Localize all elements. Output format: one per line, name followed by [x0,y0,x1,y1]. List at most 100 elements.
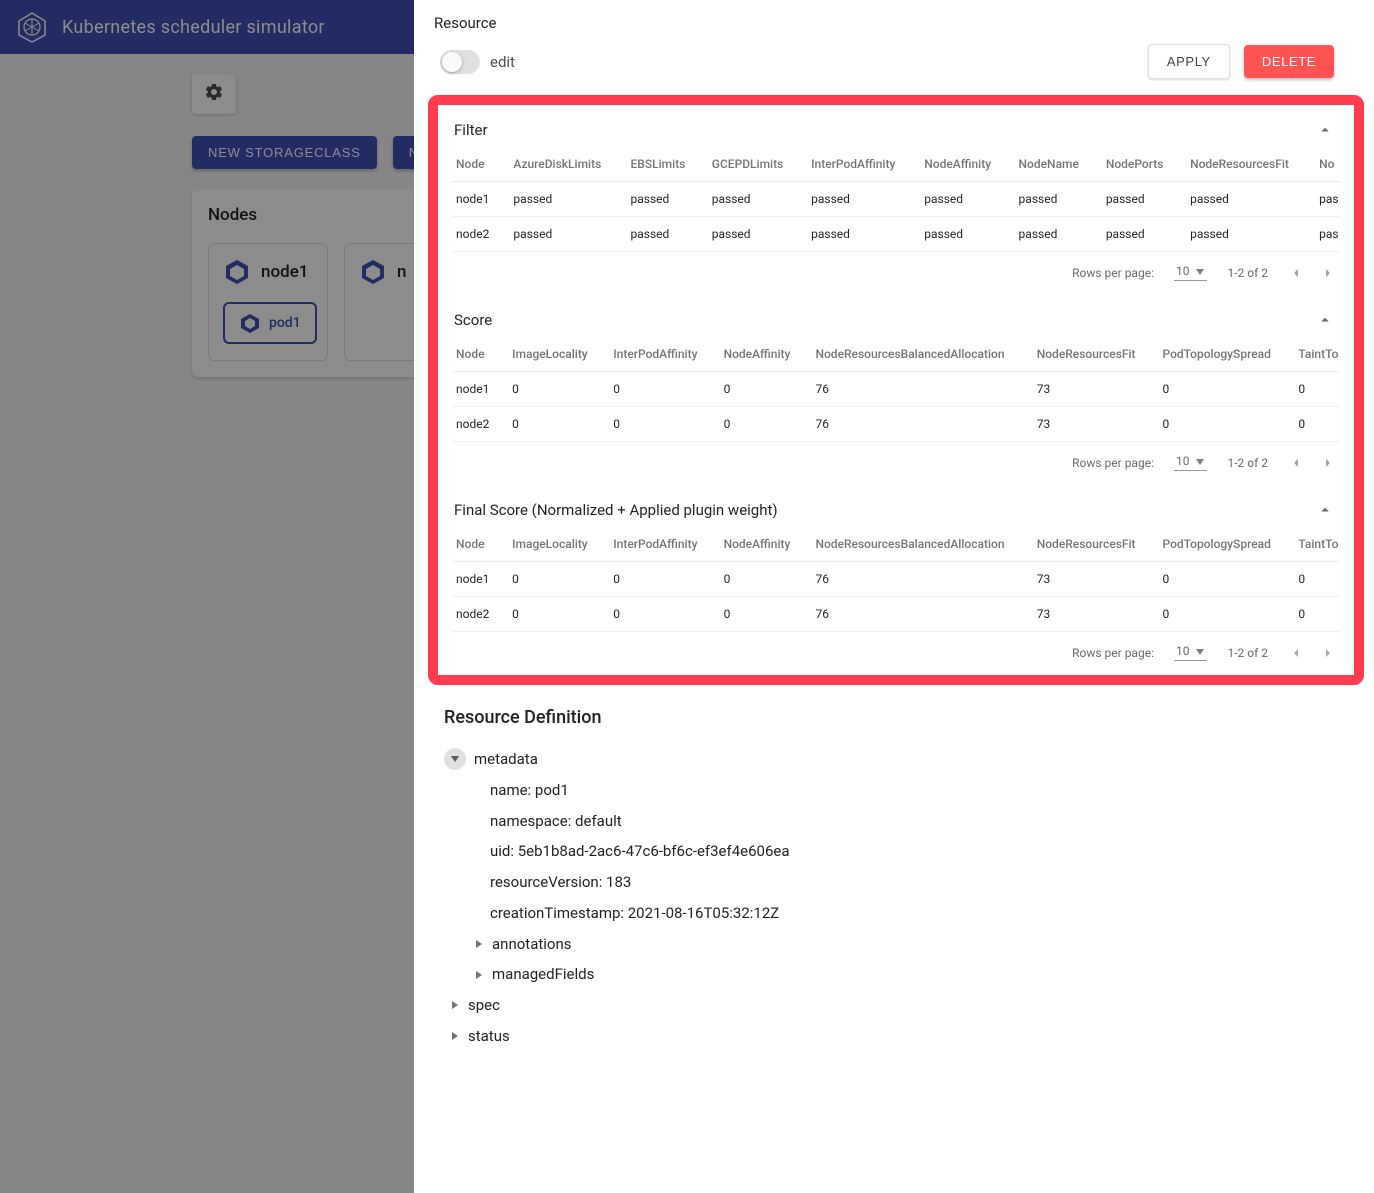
tree-metadata[interactable]: metadata [444,744,1344,775]
col-header[interactable]: ImageLocality [502,527,603,562]
col-header[interactable]: NodeResourcesFit [1180,147,1309,182]
edit-toggle[interactable] [440,50,480,74]
prev-page-icon[interactable] [1288,645,1304,661]
chevron-up-icon[interactable] [1316,311,1334,329]
table-row: node1000767300 [452,372,1340,407]
cell: passed [621,182,702,217]
cell: 76 [805,372,1026,407]
page-range: 1-2 of 2 [1227,456,1268,470]
col-header[interactable]: NodeResourcesBalancedAllocation [805,337,1026,372]
cell: 0 [603,407,713,442]
rows-per-page-label: Rows per page: [1072,456,1154,470]
col-header[interactable]: Node [452,527,502,562]
cell: node2 [452,217,503,252]
cell: node1 [452,372,502,407]
tree-label: managedFields [492,959,594,990]
collapse-icon [444,748,466,770]
highlight-region: FilterNodeAzureDiskLimitsEBSLimitsGCEPDL… [428,95,1364,685]
col-header[interactable]: AzureDiskLimits [503,147,620,182]
col-header[interactable]: InterPodAffinity [603,337,713,372]
next-page-icon[interactable] [1320,455,1336,471]
tree-node[interactable]: spec [430,990,1344,1021]
section-title: Final Score (Normalized + Applied plugin… [454,501,778,519]
cell: 0 [714,407,806,442]
col-header[interactable]: EBSLimits [621,147,702,182]
cell: passed [914,217,1008,252]
cell: passed [1180,217,1309,252]
table-row: node2000767300 [452,407,1340,442]
table-footer: Rows per page: 10 1-2 of 2 [452,632,1340,675]
prev-page-icon[interactable] [1288,265,1304,281]
tree-field: namespace: default [444,806,1344,837]
section-title: Score [454,311,492,329]
cell: passed [503,182,620,217]
col-header[interactable]: NodeAffinity [914,147,1008,182]
apply-button[interactable]: APPLY [1148,44,1230,79]
rows-per-page-select[interactable]: 10 [1174,644,1208,661]
expand-icon [450,1031,460,1041]
col-header[interactable]: PodTopologySpread [1153,527,1289,562]
col-header[interactable]: GCEPDLimits [702,147,801,182]
tree-node[interactable]: managedFields [428,959,1344,990]
table-row: node2passedpassedpassedpassedpassedpasse… [452,217,1340,252]
next-page-icon[interactable] [1320,265,1336,281]
chevron-up-icon[interactable] [1316,501,1334,519]
table-row: node2000767300 [452,597,1340,632]
cell: passed [1096,182,1180,217]
section-title: Filter [454,121,488,139]
col-header[interactable]: NodeResourcesFit [1027,337,1153,372]
col-header[interactable]: PodTopologySpread [1153,337,1289,372]
col-header[interactable]: InterPodAffinity [801,147,914,182]
cell: 73 [1027,372,1153,407]
col-header[interactable]: NodeAffinity [714,527,806,562]
col-header[interactable]: Node [452,337,502,372]
col-header[interactable]: NodeAffinity [714,337,806,372]
chevron-up-icon[interactable] [1316,121,1334,139]
cell: 73 [1027,407,1153,442]
col-header[interactable]: ImageLocality [502,337,603,372]
cell: passed [914,182,1008,217]
col-header[interactable]: NodeResourcesFit [1027,527,1153,562]
cell: 0 [502,597,603,632]
tree-field: name: pod1 [444,775,1344,806]
col-header[interactable]: TaintTo [1288,337,1340,372]
cell: 0 [714,597,806,632]
col-header[interactable]: NodePorts [1096,147,1180,182]
dropdown-icon [1195,266,1205,276]
section-filter: Filter NodeAzureDiskLimitsEBSLimitsGCEPDL… [438,105,1354,295]
rows-per-page-select[interactable]: 10 [1174,264,1208,281]
rows-per-page-label: Rows per page: [1072,646,1154,660]
cell: pas [1309,217,1340,252]
resource-definition: Resource Definition metadata name: pod1n… [414,685,1374,1092]
next-page-icon[interactable] [1320,645,1336,661]
tree-field: uid: 5eb1b8ad-2ac6-47c6-bf6c-ef3ef4e606e… [444,836,1344,867]
cell: node1 [452,182,503,217]
cell: 0 [603,597,713,632]
dropdown-icon [1195,456,1205,466]
cell: 0 [714,372,806,407]
col-header[interactable]: NodeResourcesBalancedAllocation [805,527,1026,562]
resource-heading: Resource [434,14,1354,32]
col-header[interactable]: InterPodAffinity [603,527,713,562]
tree-node[interactable]: status [430,1021,1344,1052]
rows-per-page-select[interactable]: 10 [1174,454,1208,471]
cell: passed [1180,182,1309,217]
tree-label: spec [468,990,500,1021]
col-header[interactable]: TaintTo [1288,527,1340,562]
cell: 0 [1288,597,1340,632]
page-range: 1-2 of 2 [1227,646,1268,660]
cell: 0 [502,372,603,407]
tree-label: annotations [492,929,571,960]
resource-definition-title: Resource Definition [444,707,1344,728]
data-table: NodeImageLocalityInterPodAffinityNodeAff… [452,527,1340,632]
col-header[interactable]: Node [452,147,503,182]
cell: 76 [805,407,1026,442]
col-header[interactable]: No [1309,147,1340,182]
cell: 0 [502,407,603,442]
expand-icon [474,939,484,949]
col-header[interactable]: NodeName [1009,147,1096,182]
prev-page-icon[interactable] [1288,455,1304,471]
delete-button[interactable]: DELETE [1244,45,1334,78]
cell: 73 [1027,562,1153,597]
tree-node[interactable]: annotations [428,929,1344,960]
